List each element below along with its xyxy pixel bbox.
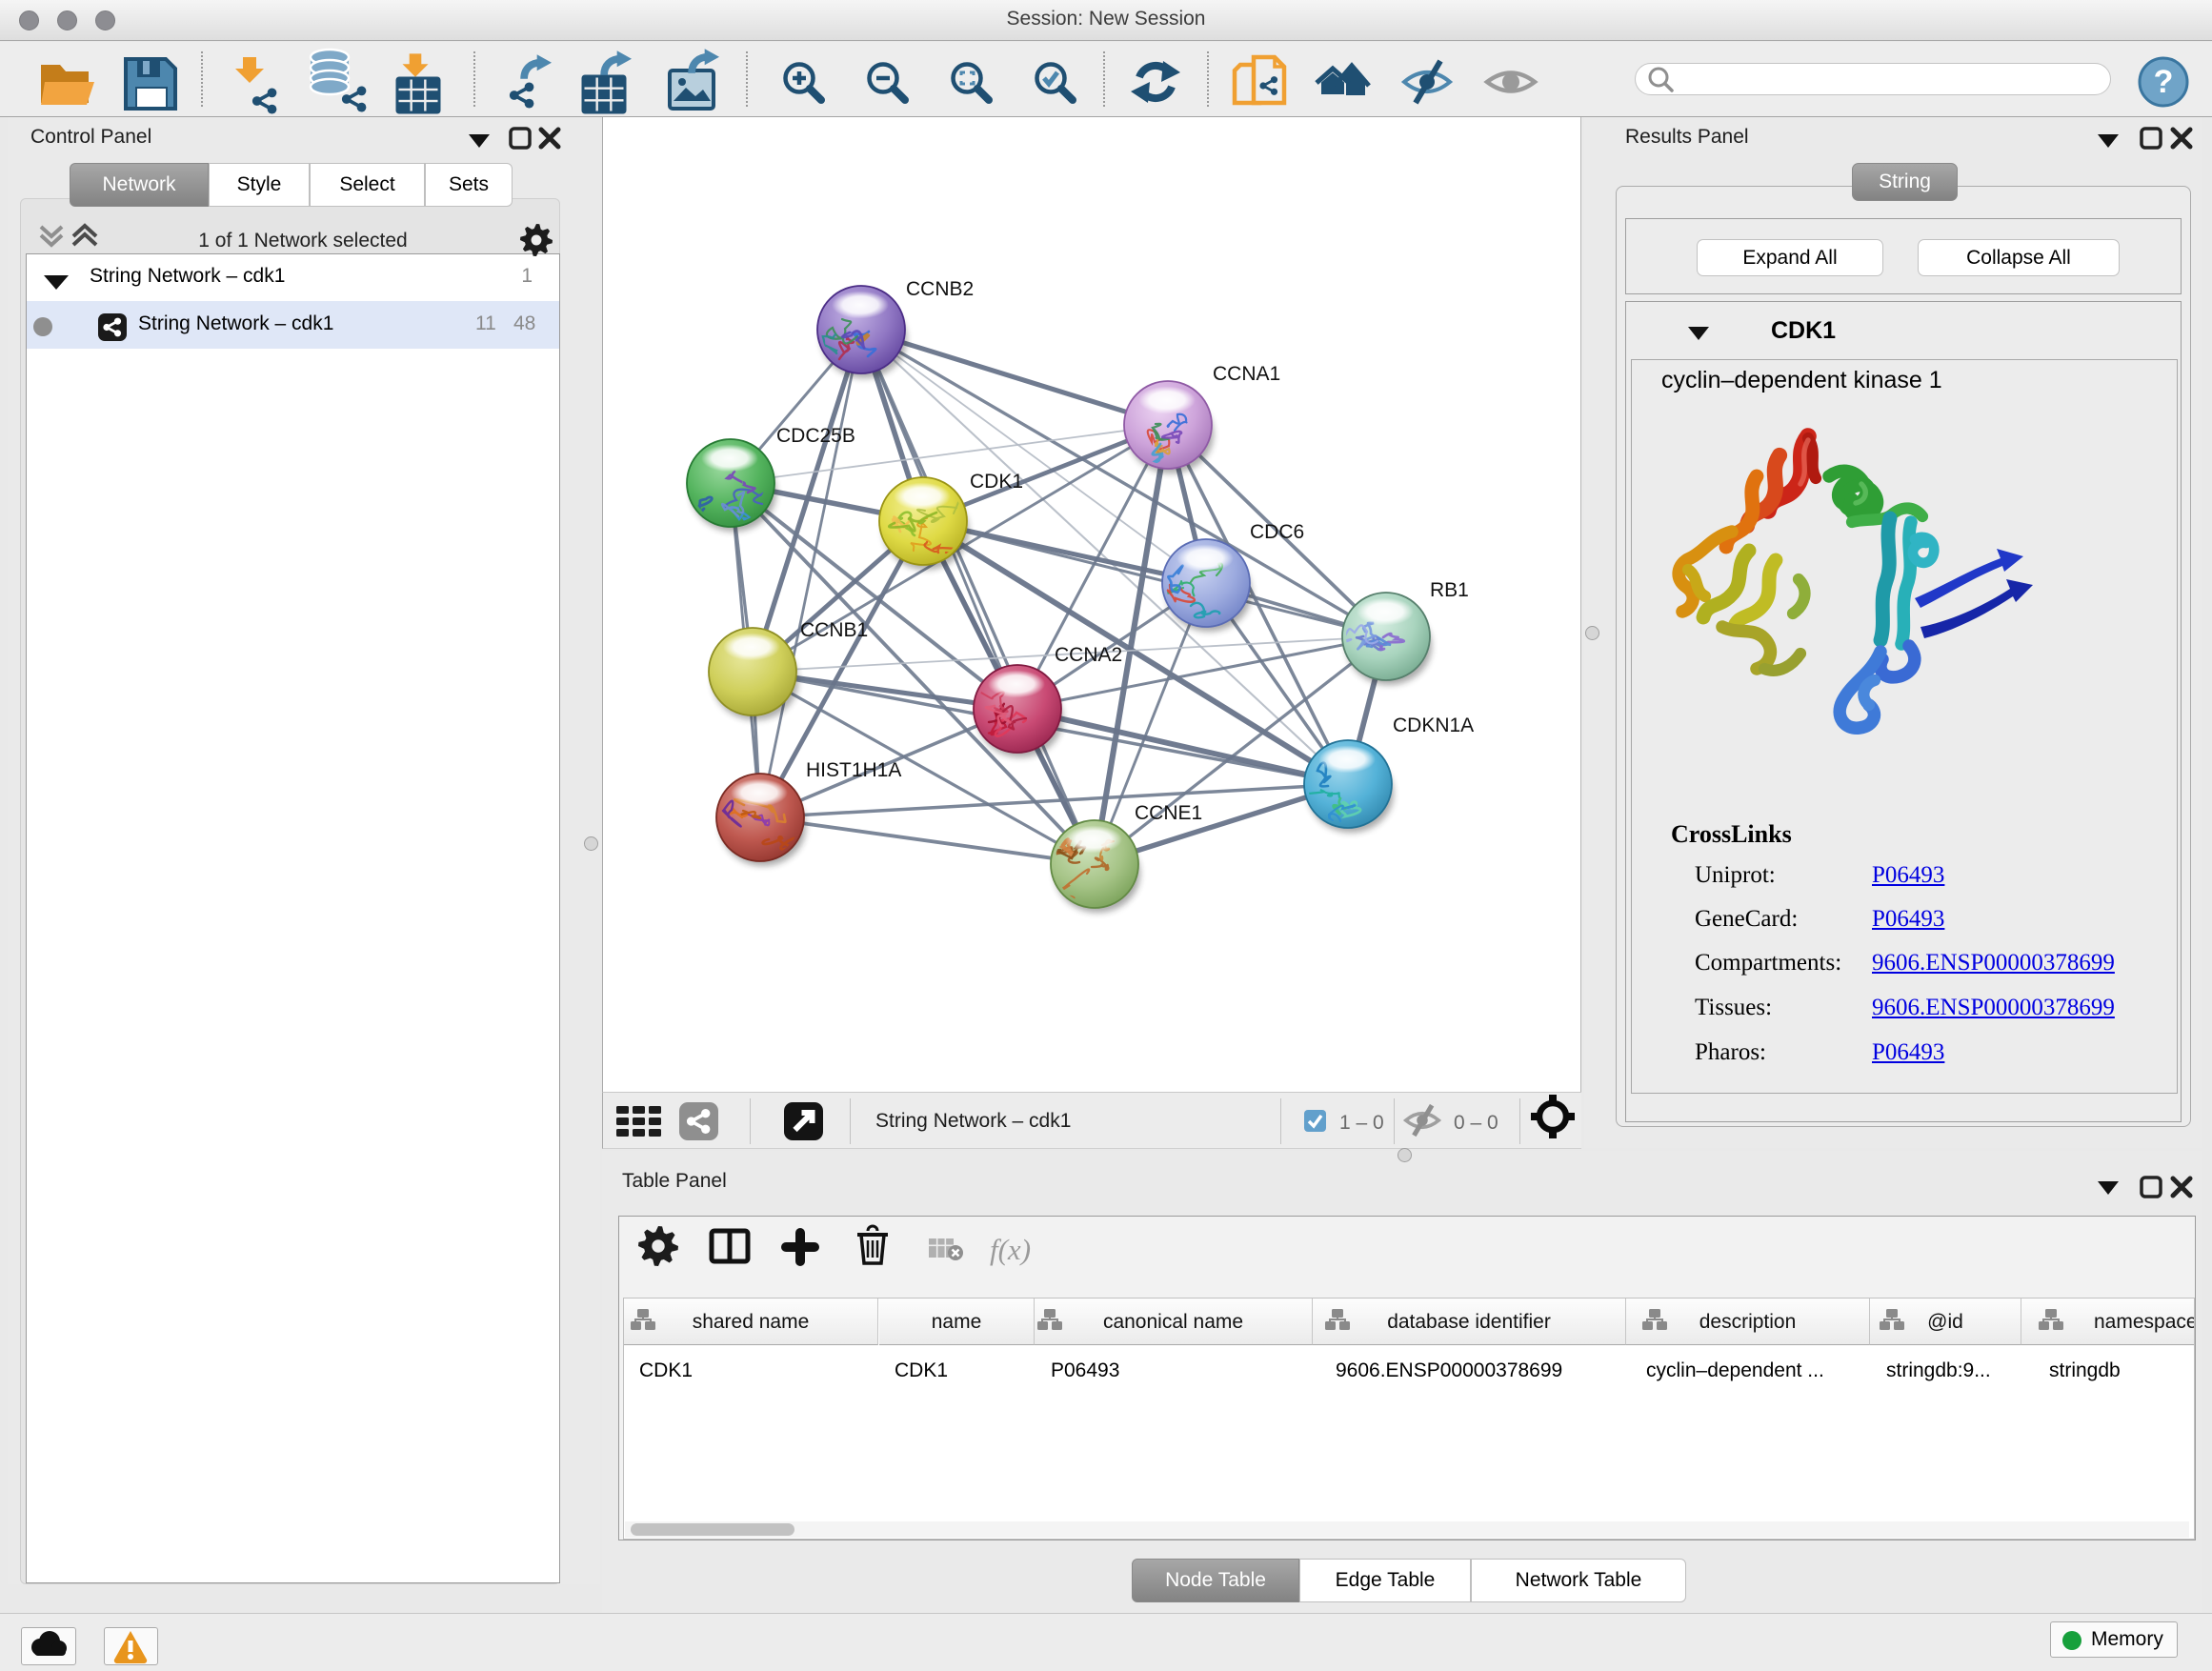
svg-text:RB1: RB1 <box>1430 579 1469 601</box>
svg-text:CDK1: CDK1 <box>970 471 1023 493</box>
svg-text:CDKN1A: CDKN1A <box>1393 715 1474 736</box>
svg-text:CCNA2: CCNA2 <box>1055 644 1122 666</box>
svg-text:CCNB1: CCNB1 <box>800 619 868 641</box>
svg-text:CDC25B: CDC25B <box>776 425 855 447</box>
svg-text:?: ? <box>2154 64 2174 100</box>
svg-text:HIST1H1A: HIST1H1A <box>806 759 901 781</box>
svg-text:CCNA1: CCNA1 <box>1213 363 1280 385</box>
svg-text:CCNB2: CCNB2 <box>906 278 974 300</box>
svg-text:CCNE1: CCNE1 <box>1135 802 1202 824</box>
svg-text:CDC6: CDC6 <box>1250 521 1304 543</box>
